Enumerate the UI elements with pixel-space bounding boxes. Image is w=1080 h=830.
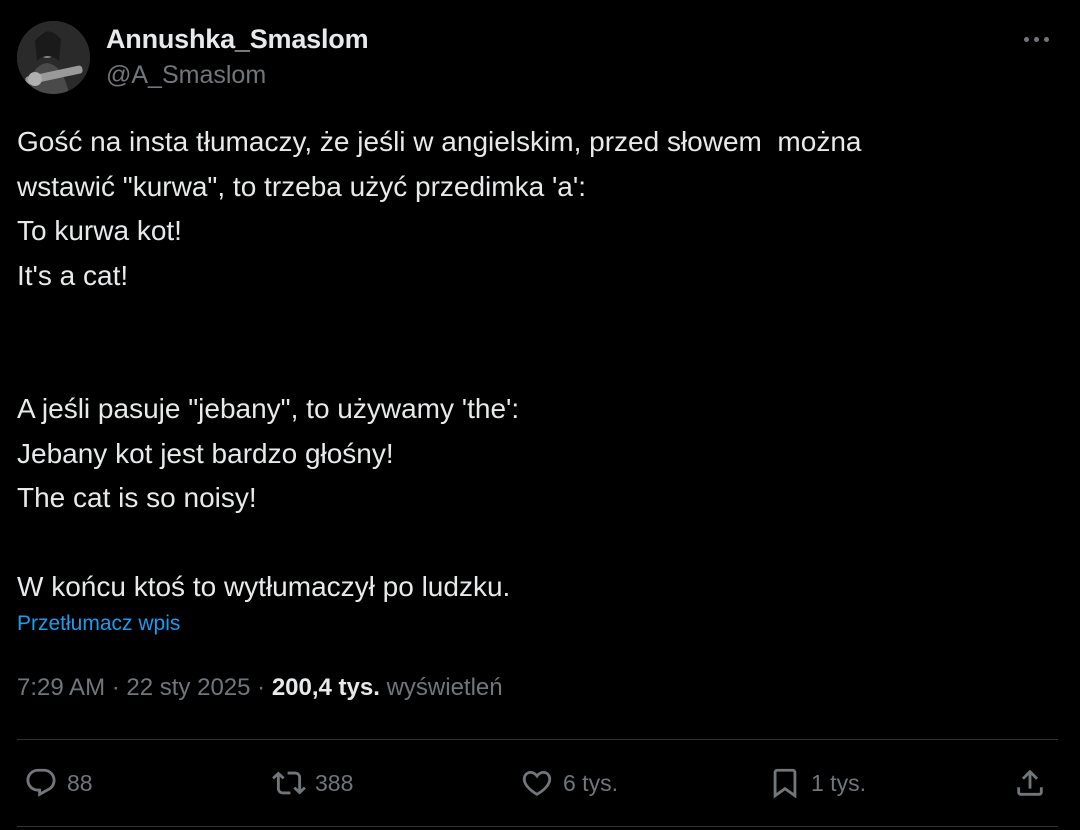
post-time[interactable]: 7:29 AM	[17, 674, 105, 701]
tweet-text-line: It's a cat!	[17, 259, 129, 291]
views-label: wyświetleń	[386, 674, 503, 701]
more-dots-icon	[1023, 36, 1029, 42]
author-handle[interactable]: @A_Smaslom	[106, 61, 266, 90]
translate-post-link[interactable]: Przetłumacz wpis	[17, 612, 180, 636]
reply-button[interactable]: 88	[24, 758, 93, 808]
tweet-text-line: Gość na insta tłumaczy, że jeśli w angie…	[17, 126, 862, 157]
tweet-text-line: wstawić "kurwa", to trzeba użyć przedimk…	[17, 170, 586, 202]
more-dots-icon	[1033, 36, 1039, 42]
avatar-image	[17, 21, 90, 94]
action-bar: 88 388 6 tys. 1 tys.	[0, 758, 1080, 808]
tweet-text-line: Jebany kot jest bardzo głośny!	[17, 437, 394, 469]
repost-count: 388	[315, 769, 354, 796]
meta-separator: ·	[250, 674, 272, 701]
divider	[17, 826, 1058, 827]
more-options-button[interactable]	[1016, 22, 1056, 56]
tweet-text-line	[17, 521, 1057, 566]
bookmark-icon	[773, 768, 797, 799]
tweet-text-line: To kurwa kot!	[17, 215, 182, 246]
reply-icon	[26, 768, 56, 797]
avatar[interactable]	[17, 21, 90, 94]
author-name[interactable]: Annushka_Smaslom	[106, 24, 369, 55]
share-button[interactable]	[1013, 758, 1047, 808]
tweet-text-line	[17, 343, 1057, 388]
like-button[interactable]: 6 tys.	[520, 758, 618, 808]
tweet-text-line: A jeśli pasuje "jebany", to używamy 'the…	[17, 393, 520, 424]
divider	[17, 739, 1058, 740]
more-dots-icon	[1043, 36, 1049, 42]
bookmark-count: 1 tys.	[811, 769, 866, 796]
repost-icon	[272, 771, 306, 795]
repost-button[interactable]: 388	[272, 758, 353, 808]
tweet-text-line	[17, 298, 1057, 343]
like-count: 6 tys.	[563, 769, 618, 796]
reply-count: 88	[67, 769, 93, 796]
views-count[interactable]: 200,4 tys.	[272, 674, 380, 701]
heart-icon	[522, 770, 552, 796]
bookmark-button[interactable]: 1 tys.	[768, 758, 866, 808]
tweet-meta: 7:29 AM · 22 sty 2025 · 200,4 tys. wyświ…	[17, 674, 503, 702]
tweet-card: Annushka_Smaslom @A_Smaslom Gość na inst…	[0, 0, 1080, 830]
tweet-text: Gość na insta tłumaczy, że jeśli w angie…	[17, 120, 1057, 610]
post-date[interactable]: 22 sty 2025	[126, 674, 250, 701]
tweet-text-line: W końcu ktoś to wytłumaczył po ludzku.	[17, 571, 511, 602]
tweet-text-line: The cat is so noisy!	[17, 482, 257, 513]
meta-separator: ·	[105, 674, 127, 701]
share-icon	[1017, 769, 1043, 796]
